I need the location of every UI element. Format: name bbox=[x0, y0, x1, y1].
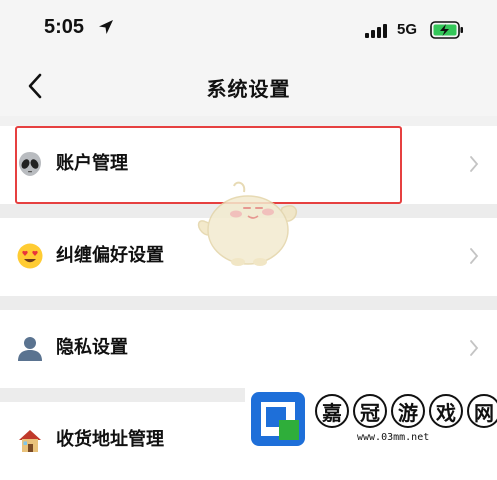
page-title: 系统设置 bbox=[206, 77, 291, 101]
settings-item-label: 收货地址管理 bbox=[56, 429, 164, 450]
chevron-right-icon bbox=[470, 156, 479, 172]
site-logo-icon bbox=[251, 392, 305, 446]
site-watermark: 嘉 冠 游 戏 网 www.03mm.net bbox=[245, 386, 497, 450]
watermark-char: 游 bbox=[391, 394, 425, 428]
nav-bar: 系统设置 bbox=[0, 56, 497, 116]
watermark-url: www.03mm.net bbox=[357, 432, 430, 443]
chevron-right-icon bbox=[470, 340, 479, 356]
chevron-right-icon bbox=[470, 248, 479, 264]
location-arrow-icon bbox=[99, 20, 113, 34]
watermark-char: 冠 bbox=[353, 394, 387, 428]
status-bar: 5:05 5G bbox=[0, 0, 497, 56]
settings-item-label: 隐私设置 bbox=[56, 337, 128, 358]
settings-item-privacy[interactable]: 隐私设置 bbox=[0, 310, 497, 388]
watermark-char: 嘉 bbox=[315, 394, 349, 428]
watermark-title: 嘉 冠 游 戏 网 bbox=[315, 394, 497, 428]
mascot-sticker-icon bbox=[197, 181, 298, 266]
cellular-signal-icon bbox=[365, 24, 387, 38]
battery-charging-icon bbox=[430, 21, 463, 39]
section-divider bbox=[0, 296, 497, 310]
heart-eyes-icon bbox=[17, 243, 43, 269]
settings-item-label: 纠缠偏好设置 bbox=[56, 245, 164, 266]
status-time: 5:05 bbox=[44, 16, 85, 38]
watermark-char: 戏 bbox=[429, 394, 463, 428]
user-icon bbox=[18, 337, 42, 361]
network-type: 5G bbox=[397, 21, 418, 38]
watermark-char: 网 bbox=[467, 394, 497, 428]
